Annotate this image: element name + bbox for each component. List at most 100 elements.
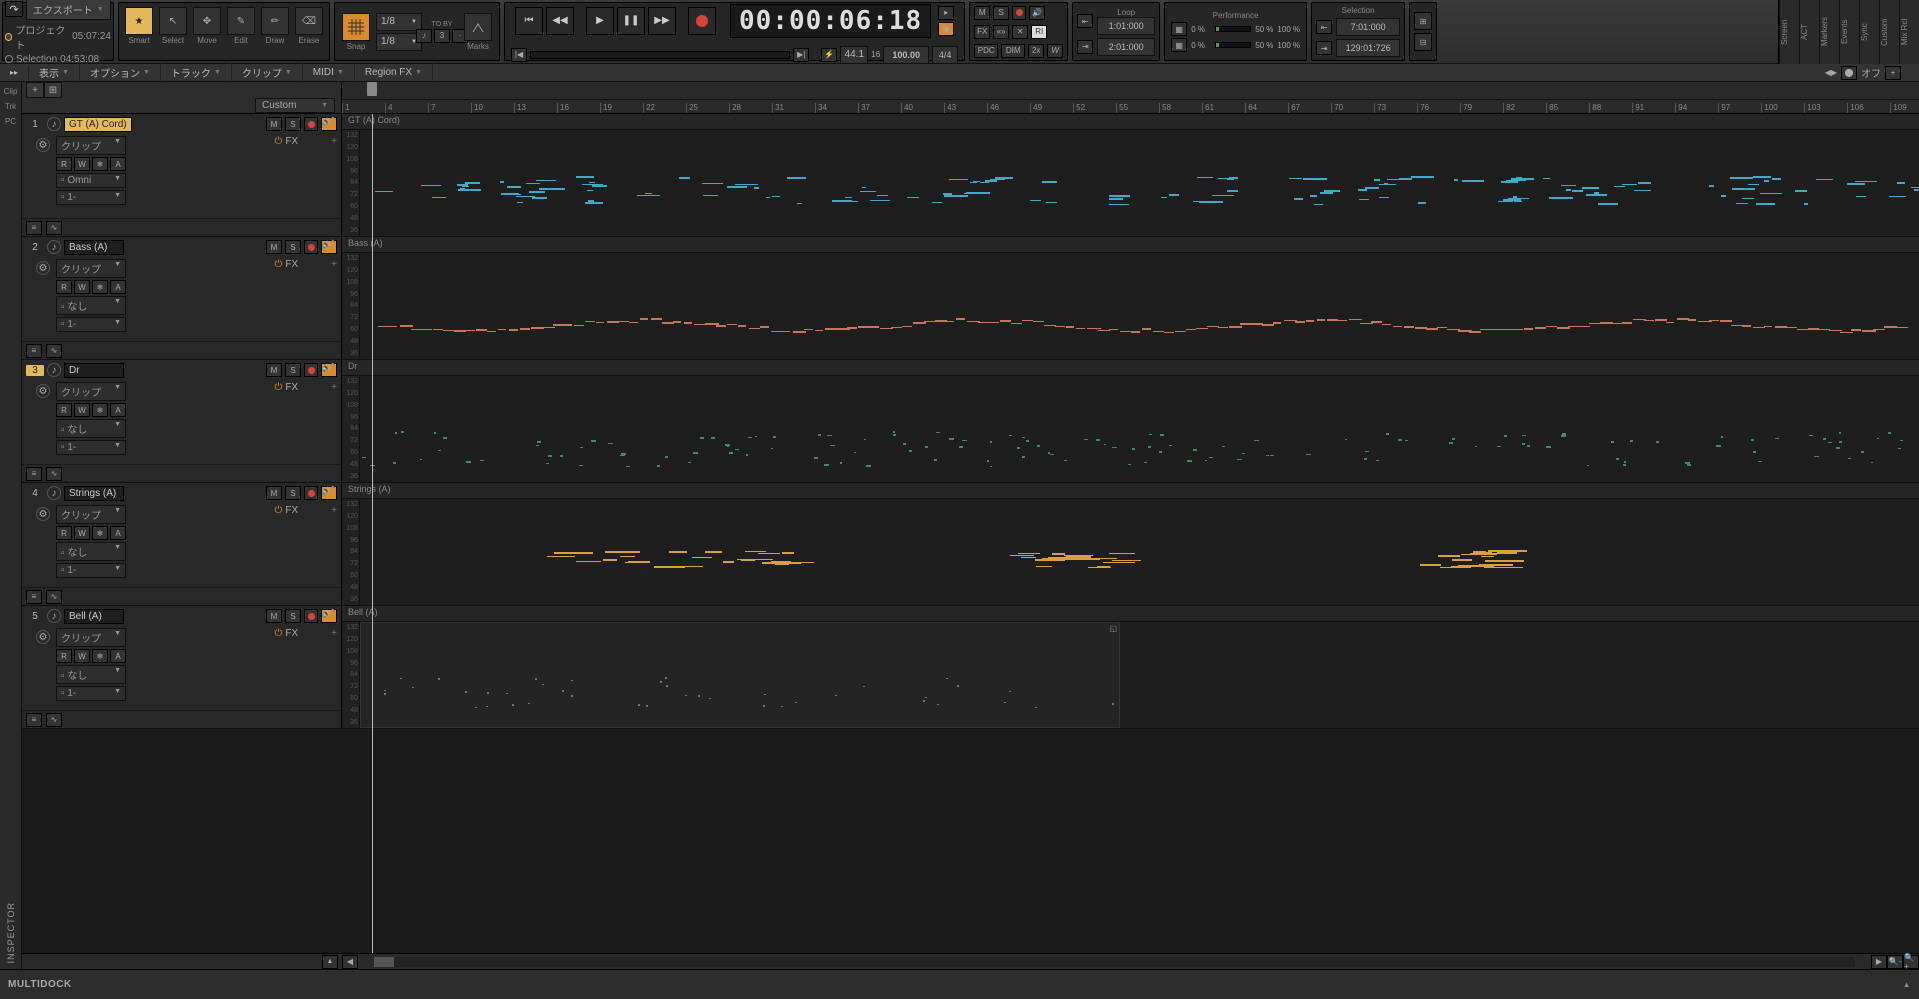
vtab-markers[interactable]: Markers [1819,0,1839,64]
midi-note[interactable] [932,202,942,204]
track-foot-2[interactable]: ∿ [46,713,62,727]
midi-note[interactable] [1022,320,1034,322]
play-button[interactable]: ▶ [586,7,614,35]
timesig-display[interactable]: 4/4 [932,46,958,64]
midi-note[interactable] [607,321,618,323]
midi-note[interactable] [1266,455,1269,457]
clip-header[interactable]: Bell (A) [342,606,1919,622]
midi-note[interactable] [824,464,829,466]
midi-note[interactable] [1630,440,1632,442]
midi-note[interactable] [605,551,641,553]
midi-note[interactable] [1847,183,1865,185]
fx-slot[interactable]: ⏻FX+ [274,382,337,393]
midi-note[interactable] [1144,462,1147,464]
midi-note[interactable] [393,462,395,464]
midi-note[interactable] [1488,550,1527,552]
track-number[interactable]: 1 [26,119,44,130]
midi-note[interactable] [1775,438,1779,440]
output-dropdown[interactable]: ▫ 1-▼ [56,317,126,332]
midi-note[interactable] [564,324,572,326]
midi-note[interactable] [1895,327,1908,329]
midi-note[interactable] [1772,178,1781,180]
midi-note[interactable] [657,465,660,467]
midi-note[interactable] [1398,439,1402,441]
midi-note[interactable] [1760,193,1782,195]
midi-note[interactable] [1374,179,1381,181]
clip-resize-handle[interactable]: ◱ [1109,624,1117,633]
midi-note[interactable] [1839,432,1842,434]
add-folder-button[interactable]: ⊞ [44,82,62,98]
midi-note[interactable] [1314,204,1323,206]
back-button[interactable]: ◀◀ [546,7,574,35]
midi-note[interactable] [1561,435,1565,437]
fx-bypass-button[interactable]: FX [974,25,990,39]
track-type-icon[interactable]: ♪ [47,363,61,377]
move-tool[interactable]: ✥ [193,7,221,35]
midi-note[interactable] [1437,327,1447,329]
midi-note[interactable] [1142,328,1151,330]
menubar-tri-left[interactable]: ◀▶ [1825,68,1837,77]
midi-note[interactable] [542,327,556,329]
midi-note[interactable] [1753,451,1756,453]
midi-note[interactable] [1218,178,1237,180]
midi-note[interactable] [827,435,832,437]
track-type-icon[interactable]: ♪ [47,240,61,254]
menubar-add[interactable]: + [1885,66,1901,80]
midi-note[interactable] [1594,192,1599,194]
midi-note[interactable] [509,329,518,331]
midi-note[interactable] [1196,328,1207,330]
midi-note[interactable] [902,326,913,328]
midi-note[interactable] [378,326,390,328]
midi-note[interactable] [760,326,769,328]
write-button[interactable]: W [74,649,90,663]
midi-note[interactable] [401,431,404,433]
write-button[interactable]: W [74,526,90,540]
midi-note[interactable] [990,441,992,443]
midi-note[interactable] [536,445,539,447]
midi-note[interactable] [526,183,540,185]
midi-note[interactable] [1109,553,1135,555]
midi-note[interactable] [995,177,1013,179]
track-mute[interactable]: M [266,609,282,623]
midi-note[interactable] [1197,177,1213,179]
midi-note[interactable] [725,444,729,446]
hscroll-thumb[interactable] [374,957,394,967]
midi-note[interactable] [1120,331,1131,333]
midi-note[interactable] [782,331,790,333]
midi-note[interactable] [1359,199,1369,201]
midi-note[interactable] [962,440,966,442]
midi-note[interactable] [454,330,465,332]
midi-note[interactable] [1758,461,1762,463]
midi-note[interactable] [1161,197,1167,199]
midi-note[interactable] [1345,439,1347,441]
midi-note[interactable] [520,328,530,330]
midi-note[interactable] [1030,200,1041,202]
sidechain-button[interactable]: «» [993,25,1009,39]
midi-note[interactable] [1018,553,1039,555]
midi-note[interactable] [893,431,895,433]
midi-note[interactable] [1732,188,1755,190]
midi-note[interactable] [684,322,693,324]
midi-note[interactable] [621,454,624,456]
midi-note[interactable] [1317,319,1325,321]
midi-note[interactable] [1808,328,1819,330]
midi-note[interactable] [990,179,1005,181]
midi-note[interactable] [945,321,953,323]
track-lane[interactable]: Bell (A)132120108968472604836◱ [342,606,1919,728]
midi-note[interactable] [782,552,794,554]
misc-2[interactable]: ⊟ [1414,33,1432,51]
midi-note[interactable] [1616,458,1618,460]
midi-note[interactable] [1586,194,1606,196]
midi-note[interactable] [845,197,852,199]
midi-note[interactable] [1209,457,1214,459]
midi-note[interactable] [1720,320,1731,322]
midi-note[interactable] [1227,190,1238,192]
midi-note[interactable] [362,457,367,459]
midi-note[interactable] [1026,440,1029,442]
midi-note[interactable] [1742,198,1754,200]
track-number[interactable]: 2 [26,242,44,253]
midi-note[interactable] [1814,456,1819,458]
midi-note[interactable] [1186,329,1196,331]
midi-note[interactable] [1522,435,1525,437]
pdc-button[interactable]: PDC [974,44,998,58]
